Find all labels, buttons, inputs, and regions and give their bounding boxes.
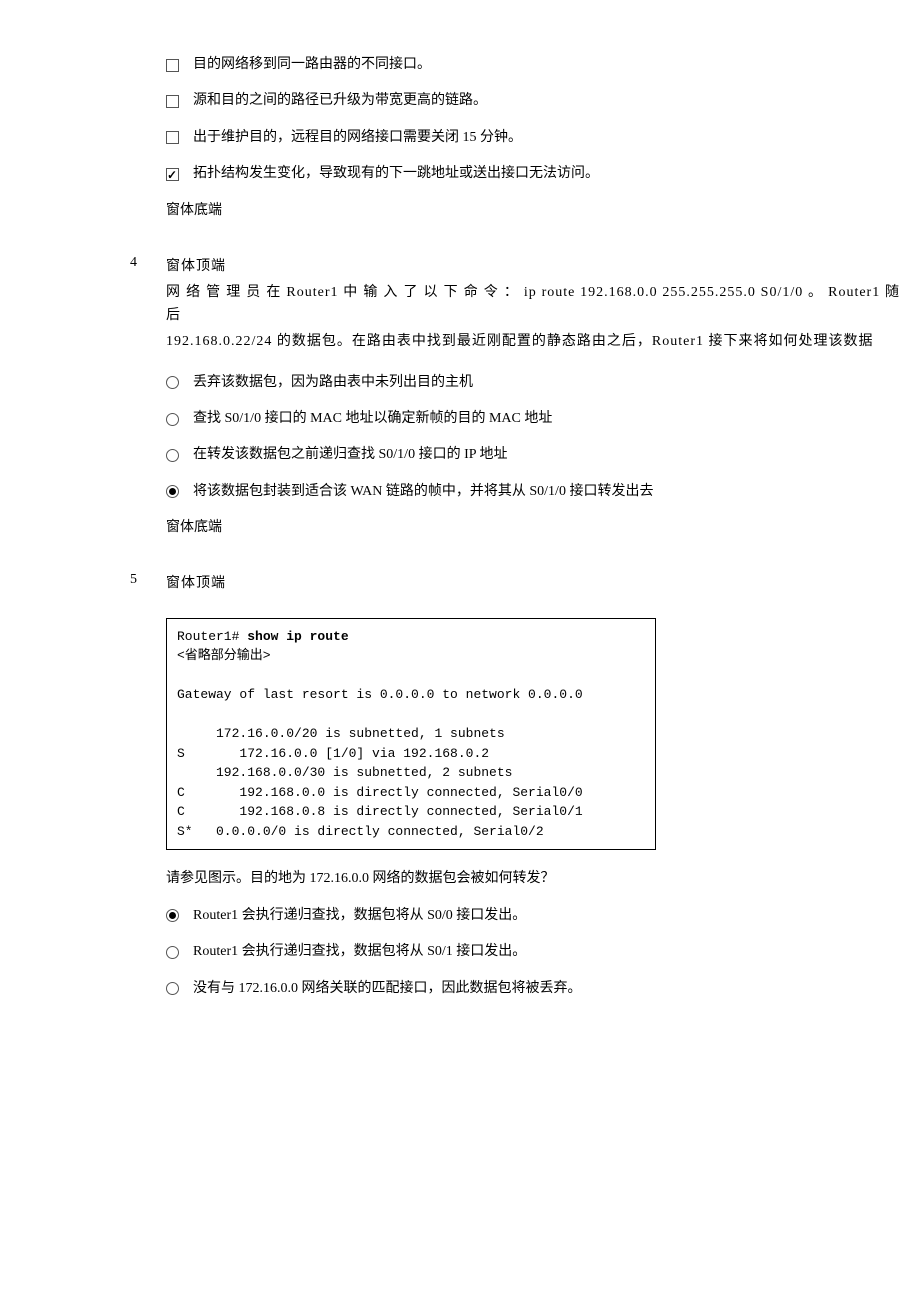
- radio-option[interactable]: Router1 会执行递归查找，数据包将从 S0/1 接口发出。: [166, 941, 900, 963]
- router-output-box: Router1# show ip route <省略部分输出> Gateway …: [166, 618, 656, 851]
- option-text: 丢弃该数据包，因为路由表中未列出目的主机: [193, 372, 473, 394]
- question-text: 网 络 管 理 员 在 Router1 中 输 入 了 以 下 命 令 ： ip…: [166, 282, 900, 327]
- radio-option[interactable]: 将该数据包封装到适合该 WAN 链路的帧中，并将其从 S0/1/0 接口转发出去: [166, 481, 900, 503]
- radio-option[interactable]: Router1 会执行递归查找，数据包将从 S0/0 接口发出。: [166, 905, 900, 927]
- option-text: 出于维护目的，远程目的网络接口需要关闭 15 分钟。: [193, 127, 522, 149]
- radio-option[interactable]: 查找 S0/1/0 接口的 MAC 地址以确定新帧的目的 MAC 地址: [166, 408, 900, 430]
- option-text: 目的网络移到同一路由器的不同接口。: [193, 54, 431, 76]
- option-text: 没有与 172.16.0.0 网络关联的匹配接口，因此数据包将被丢弃。: [193, 978, 582, 1000]
- option-text: Router1 会执行递归查找，数据包将从 S0/1 接口发出。: [193, 941, 526, 963]
- option-text: 查找 S0/1/0 接口的 MAC 地址以确定新帧的目的 MAC 地址: [193, 408, 552, 430]
- option-text: 在转发该数据包之前递归查找 S0/1/0 接口的 IP 地址: [193, 444, 508, 466]
- checkbox-icon: [166, 95, 179, 108]
- question-3-options: 目的网络移到同一路由器的不同接口。 源和目的之间的路径已升级为带宽更高的链路。 …: [130, 54, 900, 222]
- form-header: 窗体顶端: [166, 256, 900, 278]
- question-text: 请参见图示。目的地为 172.16.0.0 网络的数据包会被如何转发？: [166, 868, 900, 890]
- question-number: 4: [130, 252, 166, 358]
- checkbox-option[interactable]: 源和目的之间的路径已升级为带宽更高的链路。: [166, 90, 900, 112]
- checkbox-option[interactable]: 拓扑结构发生变化，导致现有的下一跳地址或送出接口无法访问。: [166, 163, 900, 185]
- option-text: Router1 会执行递归查找，数据包将从 S0/0 接口发出。: [193, 905, 526, 927]
- radio-icon: [166, 376, 179, 389]
- form-footer: 窗体底端: [166, 517, 900, 539]
- checkbox-option[interactable]: 出于维护目的，远程目的网络接口需要关闭 15 分钟。: [166, 127, 900, 149]
- checkbox-checked-icon: [166, 168, 179, 181]
- form-header: 窗体顶端: [166, 573, 900, 595]
- question-number: 5: [130, 569, 166, 599]
- radio-option[interactable]: 没有与 172.16.0.0 网络关联的匹配接口，因此数据包将被丢弃。: [166, 978, 900, 1000]
- router-command: show ip route: [247, 629, 348, 644]
- radio-checked-icon: [166, 909, 179, 922]
- question-text: 192.168.0.22/24 的数据包。在路由表中找到最近刚配置的静态路由之后…: [166, 331, 900, 353]
- option-text: 拓扑结构发生变化，导致现有的下一跳地址或送出接口无法访问。: [193, 163, 599, 185]
- radio-checked-icon: [166, 485, 179, 498]
- question-4: 4 窗体顶端 网 络 管 理 员 在 Router1 中 输 入 了 以 下 命…: [130, 252, 900, 358]
- question-5: 5 窗体顶端: [130, 569, 900, 599]
- radio-icon: [166, 946, 179, 959]
- radio-icon: [166, 413, 179, 426]
- router-prompt: Router1#: [177, 629, 247, 644]
- checkbox-option[interactable]: 目的网络移到同一路由器的不同接口。: [166, 54, 900, 76]
- checkbox-icon: [166, 59, 179, 72]
- option-text: 源和目的之间的路径已升级为带宽更高的链路。: [193, 90, 487, 112]
- radio-option[interactable]: 丢弃该数据包，因为路由表中未列出目的主机: [166, 372, 900, 394]
- radio-option[interactable]: 在转发该数据包之前递归查找 S0/1/0 接口的 IP 地址: [166, 444, 900, 466]
- question-4-options: 丢弃该数据包，因为路由表中未列出目的主机 查找 S0/1/0 接口的 MAC 地…: [130, 372, 900, 540]
- radio-icon: [166, 982, 179, 995]
- form-footer: 窗体底端: [166, 200, 900, 222]
- option-text: 将该数据包封装到适合该 WAN 链路的帧中，并将其从 S0/1/0 接口转发出去: [193, 481, 653, 503]
- radio-icon: [166, 449, 179, 462]
- question-5-options: Router1 会执行递归查找，数据包将从 S0/0 接口发出。 Router1…: [130, 905, 900, 1000]
- router-output: <省略部分输出> Gateway of last resort is 0.0.0…: [177, 648, 583, 839]
- checkbox-icon: [166, 131, 179, 144]
